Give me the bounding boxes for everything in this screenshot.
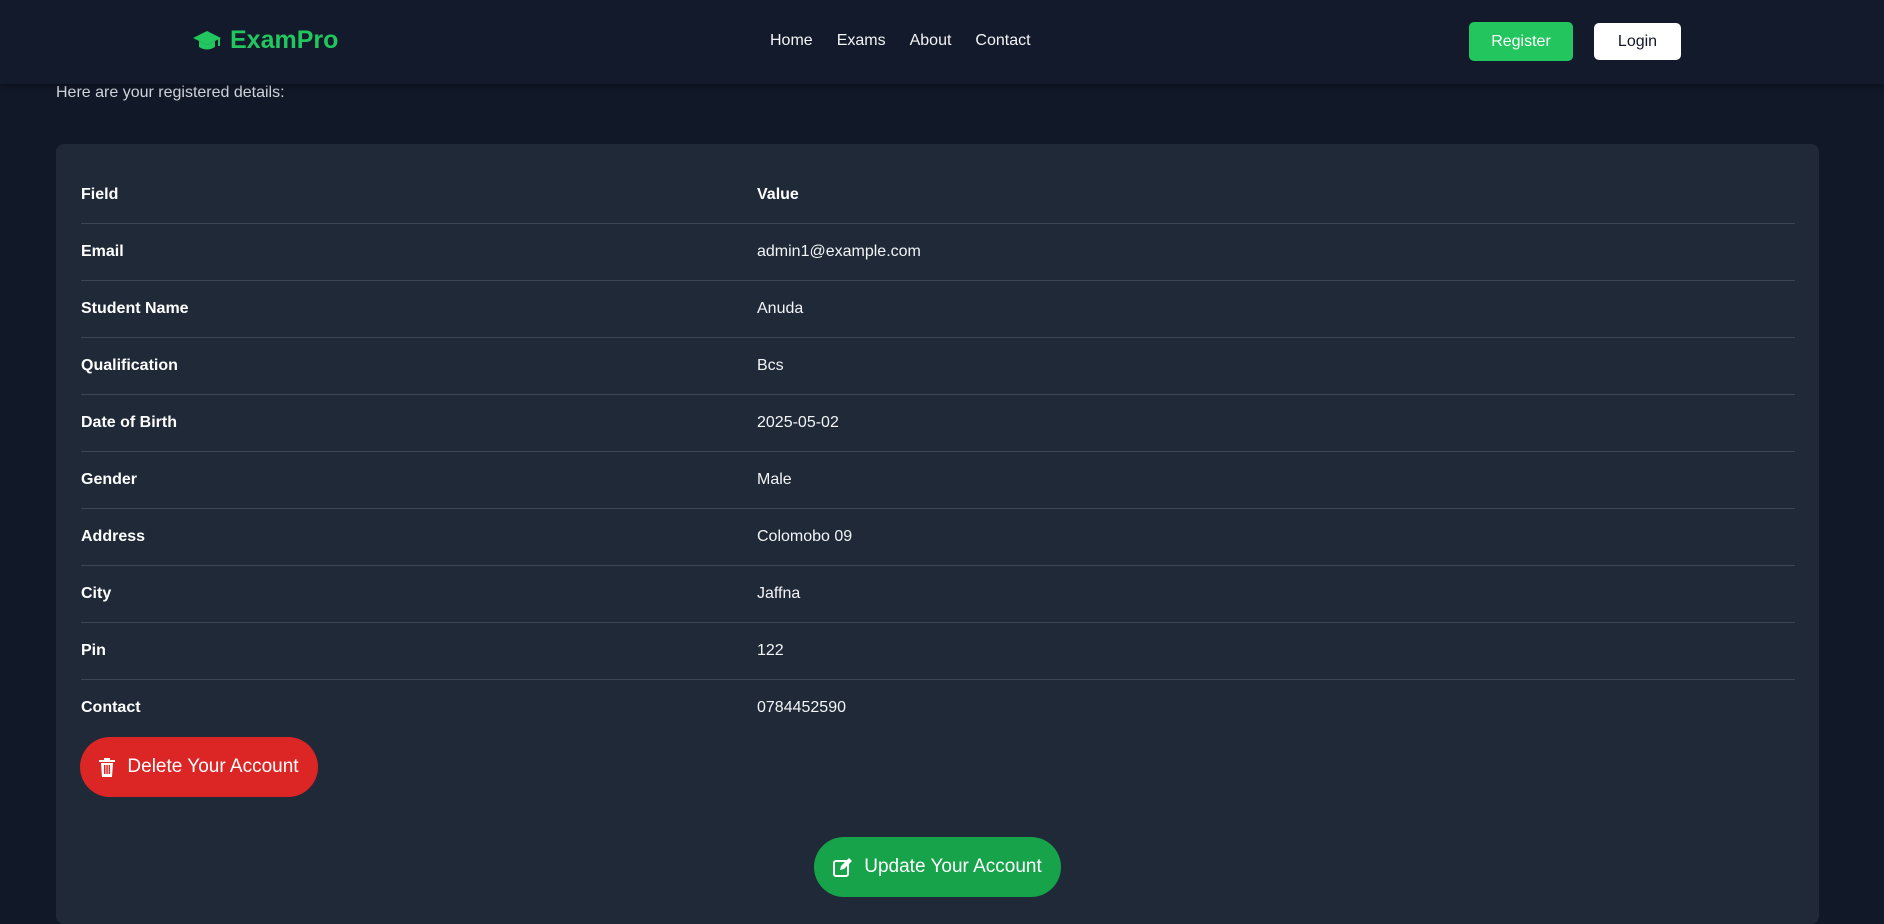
- row-field-label: Gender: [81, 451, 757, 509]
- row-value: 0784452590: [757, 699, 846, 716]
- delete-account-label: Delete Your Account: [127, 756, 299, 777]
- brand-logo[interactable]: ExamPro: [192, 26, 338, 55]
- details-table: Field Value Email admin1@example.com Stu…: [81, 167, 1795, 736]
- row-field-label: Contact: [81, 699, 141, 716]
- row-value: 122: [757, 622, 1795, 680]
- table-row: Qualification Bcs: [81, 337, 1795, 395]
- trash-icon: [99, 757, 116, 777]
- table-row: City Jaffna: [81, 565, 1795, 623]
- table-row: Date of Birth 2025-05-02: [81, 394, 1795, 452]
- row-field-label: Date of Birth: [81, 394, 757, 452]
- row-field-label: Email: [81, 223, 757, 281]
- row-value: Male: [757, 451, 1795, 509]
- table-row: Email admin1@example.com: [81, 223, 1795, 281]
- nav-link-home[interactable]: Home: [770, 32, 813, 50]
- table-header-row: Field Value: [81, 167, 1795, 224]
- update-account-button[interactable]: Update Your Account: [814, 837, 1061, 897]
- table-row: Pin 122: [81, 622, 1795, 680]
- table-row: Contact 0784452590: [81, 680, 1795, 737]
- row-value: Bcs: [757, 337, 1795, 395]
- row-field-label: Pin: [81, 622, 757, 680]
- row-field-label: Address: [81, 508, 757, 566]
- details-card: Field Value Email admin1@example.com Stu…: [56, 144, 1819, 924]
- nav-link-exams[interactable]: Exams: [837, 32, 886, 50]
- table-row: Student Name Anuda: [81, 280, 1795, 338]
- row-field-label: City: [81, 565, 757, 623]
- table-row: Address Colomobo 09: [81, 508, 1795, 566]
- login-button[interactable]: Login: [1594, 23, 1681, 60]
- row-value: admin1@example.com: [757, 223, 1795, 281]
- update-account-label: Update Your Account: [864, 856, 1042, 877]
- graduation-cap-icon: [192, 29, 222, 53]
- brand-name: ExamPro: [230, 26, 339, 54]
- row-value: Anuda: [757, 280, 1795, 338]
- nav-link-about[interactable]: About: [910, 32, 952, 50]
- delete-account-button[interactable]: Delete Your Account: [80, 737, 318, 797]
- row-value: Jaffna: [757, 565, 1795, 623]
- register-button[interactable]: Register: [1469, 22, 1573, 61]
- row-field-label: Student Name: [81, 280, 757, 338]
- top-navbar: ExamPro Home Exams About Contact Registe…: [0, 0, 1884, 84]
- main-nav: Home Exams About Contact: [770, 32, 1031, 50]
- column-header-field: Field: [81, 167, 757, 224]
- row-field-label: Qualification: [81, 337, 757, 395]
- column-header-value: Value: [757, 167, 1795, 224]
- table-row: Gender Male: [81, 451, 1795, 509]
- nav-link-contact[interactable]: Contact: [975, 32, 1030, 50]
- row-value: Colomobo 09: [757, 508, 1795, 566]
- intro-text: Here are your registered details:: [56, 84, 285, 101]
- row-value: 2025-05-02: [757, 394, 1795, 452]
- edit-icon: [833, 857, 853, 877]
